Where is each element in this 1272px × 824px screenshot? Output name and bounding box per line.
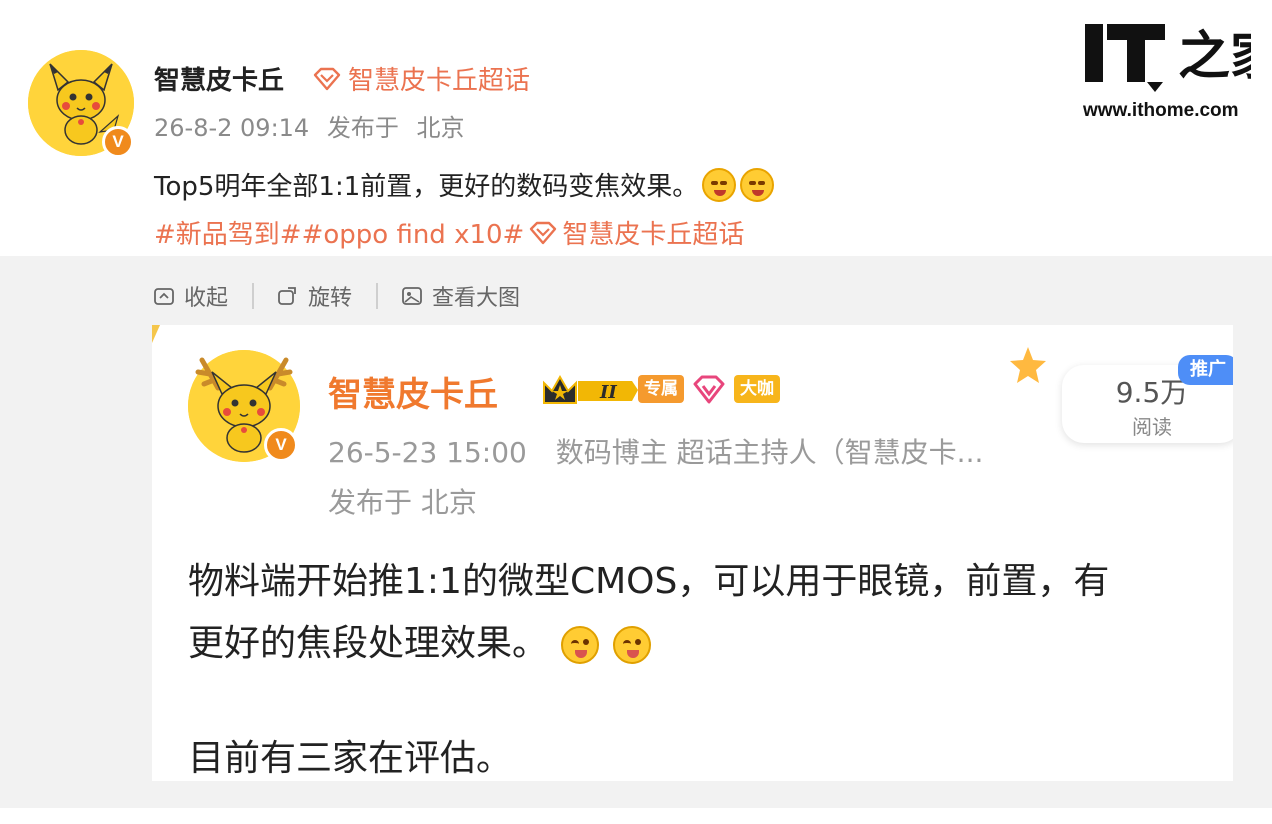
- collapse-button[interactable]: 收起: [152, 280, 252, 312]
- diamond-icon: [313, 67, 341, 90]
- verified-icon: V: [264, 428, 298, 462]
- svg-text:之家: 之家: [1178, 26, 1251, 87]
- collapse-label: 收起: [184, 286, 229, 311]
- bigshot-badge: 大咖: [734, 375, 780, 403]
- view-large-button[interactable]: 查看大图: [400, 280, 544, 312]
- supertopic-link[interactable]: 智慧皮卡丘超话: [312, 60, 530, 97]
- quoted-body-line-2: 更好的焦段处理效果。: [188, 613, 1228, 675]
- promo-badge: 推广: [1178, 355, 1233, 385]
- username[interactable]: 智慧皮卡丘: [154, 60, 284, 97]
- post-location: 北京: [416, 114, 465, 142]
- user-badges: II 专属 大咖: [540, 373, 780, 405]
- watermark-url: www.ithome.com: [1083, 100, 1239, 121]
- exclusive-badge: 专属: [638, 375, 684, 403]
- quoted-body: 物料端开始推1:1的微型CMOS，可以用于眼镜，前置，有 更好的焦段处理效果。: [188, 551, 1228, 675]
- post-text-content: Top5明年全部1:1前置，更好的数码变焦效果。: [154, 172, 699, 202]
- post-time: 26-8-2 09:14: [154, 114, 310, 142]
- crown-icon: II: [543, 374, 638, 404]
- quoted-post-image[interactable]: V 智慧皮卡丘 II 专属 大咖 9.5万 阅读 推广 26-5-23 15:0…: [152, 325, 1233, 781]
- emoji-icon: [702, 167, 737, 202]
- rotate-icon: [278, 287, 296, 305]
- emoji-icon: [740, 167, 775, 202]
- toolbar-divider: [376, 283, 379, 309]
- post-text: Top5明年全部1:1前置，更好的数码变焦效果。: [154, 166, 775, 203]
- star-decoration-icon: [1010, 347, 1046, 383]
- ithome-logo: 之家: [1083, 22, 1272, 98]
- quoted-time: 26-5-23 15:00: [328, 436, 527, 469]
- supertopic-tag[interactable]: 智慧皮卡丘超话: [562, 214, 744, 251]
- collapse-icon: [154, 288, 174, 305]
- supertopic-label: 智慧皮卡丘超话: [348, 66, 531, 96]
- ithome-logo-icon: 之家: [1085, 24, 1272, 92]
- quoted-body-line: 物料端开始推1:1的微型CMOS，可以用于眼镜，前置，有: [188, 561, 1110, 602]
- quoted-meta: 26-5-23 15:00 数码博主 超话主持人（智慧皮卡...: [328, 431, 1003, 471]
- verified-icon: V: [102, 126, 134, 158]
- level-badge: II: [540, 373, 638, 405]
- quoted-body-line-text: 更好的焦段处理效果。: [188, 623, 549, 664]
- post-meta: 26-8-2 09:14 发布于 北京: [154, 108, 474, 143]
- quoted-location: 发布于 北京: [328, 486, 477, 519]
- quoted-username: 智慧皮卡丘: [328, 375, 498, 415]
- diamond-badge-icon: [693, 375, 725, 404]
- location-prefix: 发布于: [326, 114, 399, 142]
- read-count-label: 阅读: [1132, 415, 1172, 439]
- weibo-post: V 智慧皮卡丘 智慧皮卡丘超话 26-8-2 09:14 发布于 北京 Top5…: [0, 0, 1272, 256]
- quoted-role: 数码博主 超话主持人（智慧皮卡...: [555, 436, 984, 469]
- tongue-emoji-icon: [561, 626, 600, 664]
- card-corner: [152, 325, 160, 343]
- tongue-emoji-icon: [612, 626, 651, 664]
- quoted-body-line-3: 目前有三家在评估。: [188, 738, 513, 779]
- post-tags[interactable]: #新品驾到##oppo find x10# 智慧皮卡丘超话: [154, 214, 744, 251]
- level-text: II: [599, 382, 617, 403]
- quoted-avatar: V: [188, 350, 300, 462]
- rotate-button[interactable]: 旋转: [276, 280, 376, 312]
- view-large-label: 查看大图: [432, 286, 521, 311]
- hashtags[interactable]: #新品驾到##oppo find x10#: [154, 214, 524, 251]
- rotate-label: 旋转: [308, 286, 353, 311]
- image-toolbar: 收起 旋转 查看大图: [152, 280, 544, 312]
- toolbar-divider: [252, 283, 255, 309]
- image-icon: [402, 287, 422, 305]
- diamond-icon: [530, 221, 557, 244]
